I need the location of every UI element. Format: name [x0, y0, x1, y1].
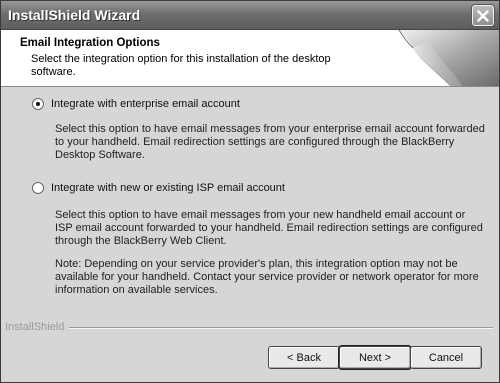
- close-button[interactable]: [472, 5, 494, 26]
- wizard-header: Email Integration Options Select the int…: [1, 30, 499, 87]
- availability-note: Note: Depending on your service provider…: [55, 258, 479, 296]
- wizard-content: Integrate with enterprise email account …: [1, 88, 499, 318]
- wizard-window: InstallShield Wizard Email Integration O…: [0, 0, 500, 383]
- option-isp-description: Select this option to have email message…: [55, 209, 483, 247]
- radio-isp[interactable]: [32, 182, 44, 194]
- option-isp[interactable]: Integrate with new or existing ISP email…: [32, 182, 285, 194]
- title-bar[interactable]: InstallShield Wizard: [1, 1, 499, 30]
- back-button[interactable]: < Back: [268, 346, 340, 369]
- option-isp-label: Integrate with new or existing ISP email…: [51, 182, 285, 194]
- page-title: Email Integration Options: [20, 37, 160, 49]
- next-button[interactable]: Next >: [339, 346, 411, 369]
- close-icon: [477, 9, 489, 22]
- option-enterprise[interactable]: Integrate with enterprise email account: [32, 98, 240, 110]
- page-curl-graphic: [398, 30, 499, 86]
- page-subtitle: Select the integration option for this i…: [31, 53, 331, 78]
- option-enterprise-label: Integrate with enterprise email account: [51, 98, 240, 110]
- installshield-brand: InstallShield: [5, 321, 70, 333]
- cancel-button[interactable]: Cancel: [410, 346, 482, 369]
- window-title: InstallShield Wizard: [8, 7, 141, 23]
- footer-divider: [7, 327, 493, 329]
- radio-enterprise[interactable]: [32, 98, 44, 110]
- option-enterprise-description: Select this option to have email message…: [55, 123, 485, 161]
